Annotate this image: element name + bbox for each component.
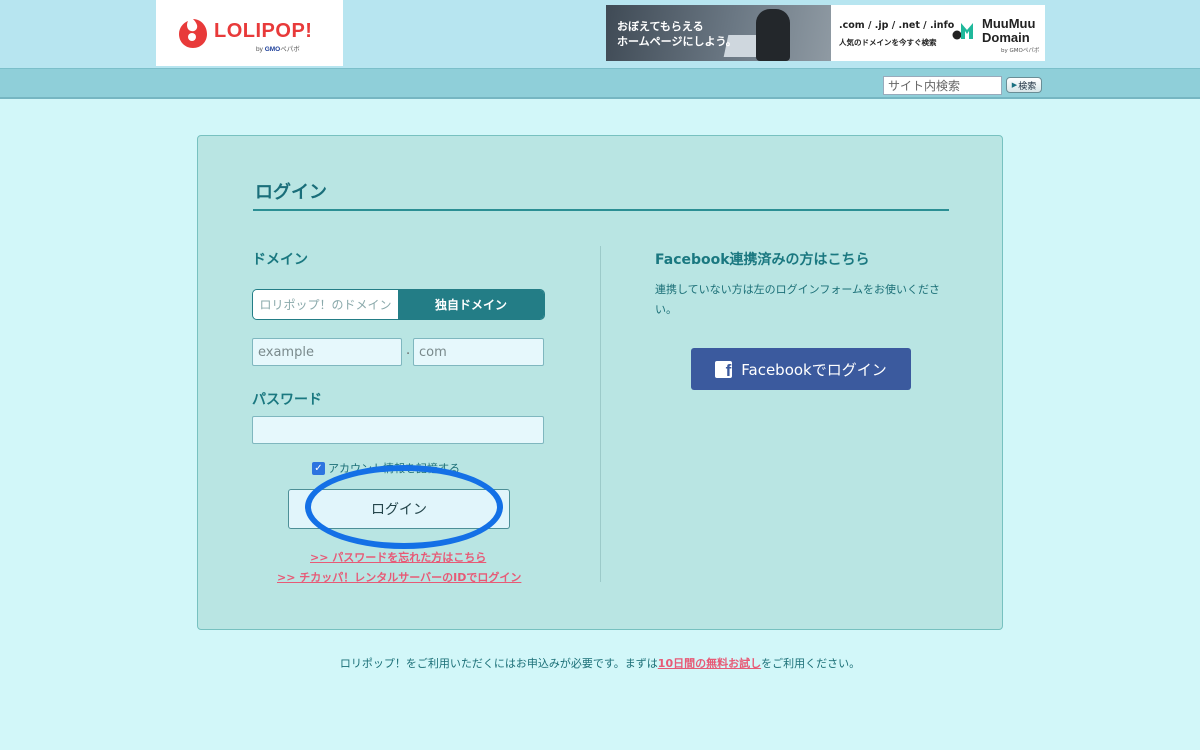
logo-byline: by GMOペパボ <box>256 46 300 53</box>
tld-input[interactable] <box>413 338 544 366</box>
site-search-button-label: 検索 <box>1018 81 1037 92</box>
free-trial-link[interactable]: 10日間の無料お試し <box>658 657 761 670</box>
chicappa-login-link[interactable]: >> チカッパ！レンタルサーバーのIDでログイン <box>277 569 521 585</box>
facebook-login-label: Facebookでログイン <box>741 360 887 379</box>
domain-name-input[interactable] <box>252 338 402 366</box>
logo-text: LOLIPOP! <box>214 20 313 42</box>
password-field[interactable] <box>252 416 544 444</box>
site-search-input[interactable] <box>883 76 1002 95</box>
nav-bar: ▶ 検索 <box>0 68 1200 99</box>
banner-headline-1: おぼえてもらえる <box>617 20 704 33</box>
title-divider <box>253 209 949 211</box>
banner-headline-2: ホームページにしよう。 <box>617 35 737 48</box>
play-arrow-icon: ▶ <box>1011 81 1018 89</box>
lolipop-logo[interactable]: LOLIPOP! by GMOペパボ <box>156 0 343 66</box>
facebook-login-button[interactable]: f Facebookでログイン <box>691 348 911 390</box>
domain-type-toggle: ロリポップ！のドメイン 独自ドメイン <box>252 289 545 320</box>
domain-separator: . <box>406 343 411 358</box>
remember-checkbox[interactable]: ✓ <box>312 461 325 475</box>
muumuu-domain-banner[interactable]: おぼえてもらえる ホームページにしよう。 .com / .jp / .net /… <box>606 5 1045 61</box>
site-header: LOLIPOP! by GMOペパボ おぼえてもらえる ホームページにしよう。 … <box>0 0 1200 68</box>
domain-label: ドメイン <box>252 252 308 268</box>
password-label: パスワード <box>252 392 322 408</box>
lolipop-logo-icon <box>179 19 207 48</box>
facebook-description: 連携していない方は左のログインフォームをお使いください。 <box>655 283 941 316</box>
muumuu-logo-icon <box>952 23 973 40</box>
remember-label: アカウント情報を記憶する <box>328 462 460 475</box>
login-panel: ログイン ドメイン ロリポップ！のドメイン 独自ドメイン . パスワード ✓ ア… <box>197 135 1003 630</box>
toggle-lolipop-domain[interactable]: ロリポップ！のドメイン <box>253 290 398 319</box>
footer-note: ロリポップ！をご利用いただくにはお申込みが必要です。まずは10日間の無料お試しを… <box>339 657 861 670</box>
column-divider <box>600 246 601 582</box>
facebook-section-title: Facebook連携済みの方はこちら <box>655 252 870 268</box>
page-title: ログイン <box>255 182 327 203</box>
login-button[interactable]: ログイン <box>288 489 510 529</box>
banner-tlds: .com / .jp / .net / .info <box>839 20 955 31</box>
muumuu-brand-line-1: MuuMuu <box>982 16 1036 31</box>
forgot-password-link[interactable]: >> パスワードを忘れた方はこちら <box>310 549 486 565</box>
banner-tagline: 人気のドメインを今すぐ検索 <box>839 38 937 47</box>
remember-account[interactable]: ✓ アカウント情報を記憶する <box>312 460 460 476</box>
site-search-button[interactable]: ▶ 検索 <box>1006 77 1042 93</box>
muumuu-brand-line-2: Domain <box>982 30 1030 45</box>
muumuu-byline: by GMOペパボ <box>1001 48 1040 54</box>
facebook-icon: f <box>715 360 733 378</box>
toggle-own-domain[interactable]: 独自ドメイン <box>398 290 544 319</box>
